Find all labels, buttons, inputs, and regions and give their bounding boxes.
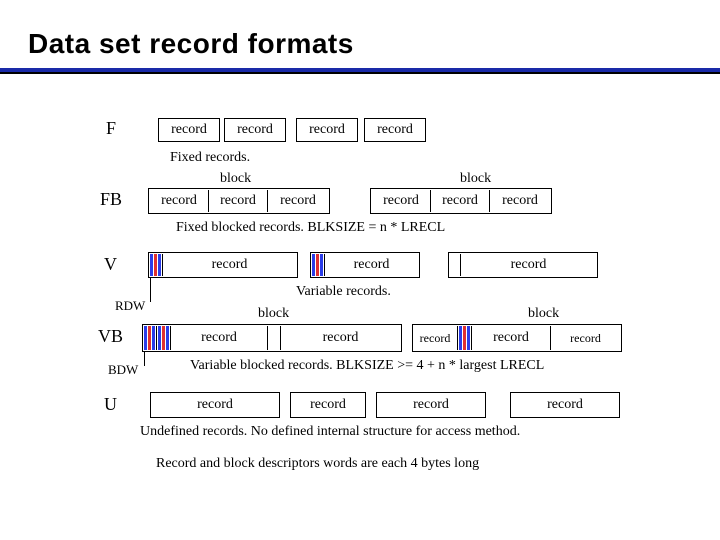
rdw-connector bbox=[150, 278, 151, 302]
vb-b1-sep bbox=[267, 326, 268, 350]
caption-undefined: Undefined records. No defined internal s… bbox=[140, 424, 520, 440]
label-u: U bbox=[104, 394, 117, 415]
vb-b1-record-1: record bbox=[171, 326, 267, 350]
vb-rdw-blue-2a bbox=[459, 326, 462, 350]
fb-b2-record-2: record bbox=[431, 190, 489, 212]
fb-block-label-1: block bbox=[220, 171, 251, 187]
vb-rdw-blue-2b bbox=[467, 326, 470, 350]
fb-block-label-2: block bbox=[460, 171, 491, 187]
vb-b2-sep-a bbox=[457, 326, 458, 350]
fb-b2-record-1: record bbox=[372, 190, 430, 212]
fb-b2-record-3: record bbox=[490, 190, 550, 212]
f-record-3: record bbox=[296, 118, 358, 142]
v-rdw-blue-2b bbox=[320, 254, 323, 276]
v-rdw-blue-1a bbox=[150, 254, 153, 276]
footnote: Record and block descriptors words are e… bbox=[156, 456, 479, 472]
u-record-2: record bbox=[290, 392, 366, 418]
fb-b1-record-3: record bbox=[268, 190, 328, 212]
vb-b2-record-a: record bbox=[413, 326, 457, 350]
label-rdw: RDW bbox=[115, 298, 145, 314]
vb-bdw-div-1 bbox=[156, 326, 157, 350]
v-record-3: record bbox=[461, 254, 596, 276]
label-fb: FB bbox=[100, 189, 122, 210]
bdw-connector bbox=[144, 352, 145, 366]
vb-rdw-blue-1a bbox=[158, 326, 161, 350]
f-record-1: record bbox=[158, 118, 220, 142]
u-record-1: record bbox=[150, 392, 280, 418]
label-bdw: BDW bbox=[108, 362, 138, 378]
v-rdw-blue-1b bbox=[158, 254, 161, 276]
vb-block-label-2: block bbox=[528, 306, 559, 322]
caption-variable-blocked: Variable blocked records. BLKSIZE >= 4 +… bbox=[190, 358, 544, 374]
f-record-2: record bbox=[224, 118, 286, 142]
vb-rdw-red-2 bbox=[463, 326, 466, 350]
v-rdw-red-2 bbox=[316, 254, 319, 276]
label-f: F bbox=[106, 118, 116, 139]
v-record-2: record bbox=[325, 254, 418, 276]
vb-bdw-blue-1a bbox=[144, 326, 147, 350]
f-record-4: record bbox=[364, 118, 426, 142]
u-record-3: record bbox=[376, 392, 486, 418]
vb-rdw-red-1 bbox=[162, 326, 165, 350]
vb-b2-record-c: record bbox=[551, 326, 620, 350]
v-rdw-blue-2a bbox=[312, 254, 315, 276]
vb-rdw-blue-1b bbox=[166, 326, 169, 350]
caption-variable: Variable records. bbox=[296, 284, 391, 300]
fb-b1-record-1: record bbox=[150, 190, 208, 212]
vb-bdw-blue-1b bbox=[152, 326, 155, 350]
vb-block-label-1: block bbox=[258, 306, 289, 322]
label-vb: VB bbox=[98, 326, 123, 347]
v-record-1: record bbox=[163, 254, 296, 276]
page-title: Data set record formats bbox=[28, 28, 354, 60]
caption-fixed-blocked: Fixed blocked records. BLKSIZE = n * LRE… bbox=[176, 220, 445, 236]
title-underline-black bbox=[0, 72, 720, 74]
v-rdw-red-1 bbox=[154, 254, 157, 276]
u-record-4: record bbox=[510, 392, 620, 418]
vb-b2-record-b: record bbox=[472, 326, 550, 350]
vb-bdw-red-1 bbox=[148, 326, 151, 350]
fb-b1-record-2: record bbox=[209, 190, 267, 212]
caption-fixed: Fixed records. bbox=[170, 150, 250, 166]
label-v: V bbox=[104, 254, 117, 275]
vb-b1-record-2: record bbox=[281, 326, 400, 350]
